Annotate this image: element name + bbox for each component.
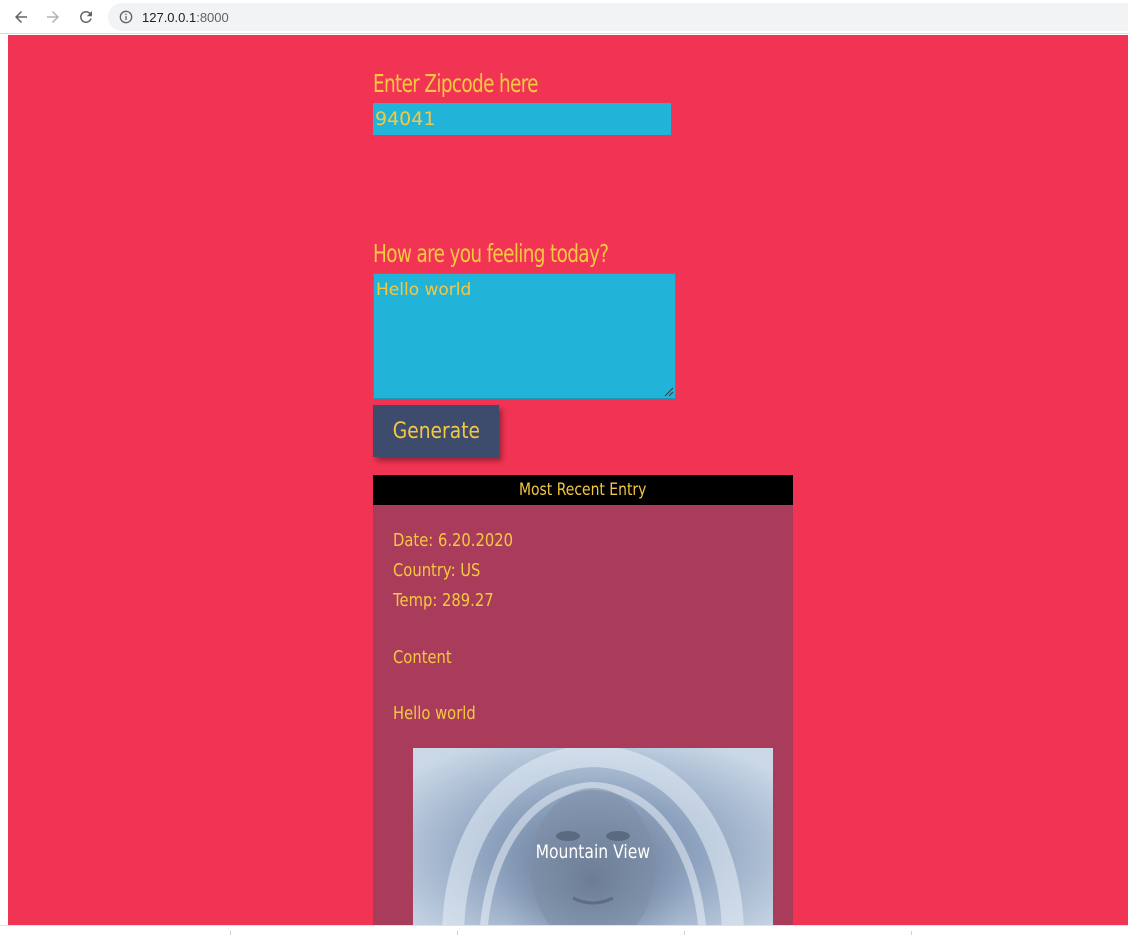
entry-temp: Temp: 289.27 — [393, 590, 494, 611]
address-bar[interactable]: 127.0.0.1:8000 — [108, 3, 1128, 31]
divider — [911, 931, 912, 935]
photo-caption-text: Mountain View — [535, 841, 651, 863]
bottom-strip — [0, 925, 1128, 935]
entry-title-text: Most Recent Entry — [519, 480, 647, 500]
resize-grip-icon[interactable] — [664, 387, 674, 397]
url-host: 127.0.0.1 — [142, 9, 197, 25]
back-arrow-icon[interactable] — [9, 5, 33, 29]
photo-caption: Mountain View — [413, 841, 773, 863]
entry-content-label: Content — [393, 647, 452, 668]
feelings-textarea[interactable]: Hello world — [373, 273, 676, 399]
divider — [230, 931, 231, 935]
forward-arrow-icon[interactable] — [41, 5, 65, 29]
feelings-label: How are you feeling today? — [373, 239, 609, 268]
zip-label: Enter Zipcode here — [373, 69, 539, 98]
weather-photo: Mountain View — [413, 748, 773, 925]
generate-button-label: Generate — [392, 418, 480, 444]
info-icon[interactable] — [118, 9, 134, 25]
entry-title: Most Recent Entry — [373, 475, 793, 505]
page-viewport: Enter Zipcode here How are you feeling t… — [8, 35, 1128, 925]
entry-content-value: Hello world — [393, 703, 476, 724]
browser-toolbar: 127.0.0.1:8000 — [0, 0, 1128, 34]
zip-input[interactable] — [373, 103, 671, 135]
recent-entry-panel: Most Recent Entry Date: 6.20.2020 Countr… — [373, 475, 793, 925]
reload-icon[interactable] — [74, 5, 98, 29]
entry-country: Country: US — [393, 560, 481, 581]
url-port: :8000 — [196, 9, 229, 25]
frozen-face-image — [413, 748, 773, 925]
generate-button[interactable]: Generate — [373, 405, 499, 457]
url-text: 127.0.0.1:8000 — [142, 10, 229, 25]
divider — [457, 931, 458, 935]
entry-date: Date: 6.20.2020 — [393, 530, 514, 551]
divider — [684, 931, 685, 935]
